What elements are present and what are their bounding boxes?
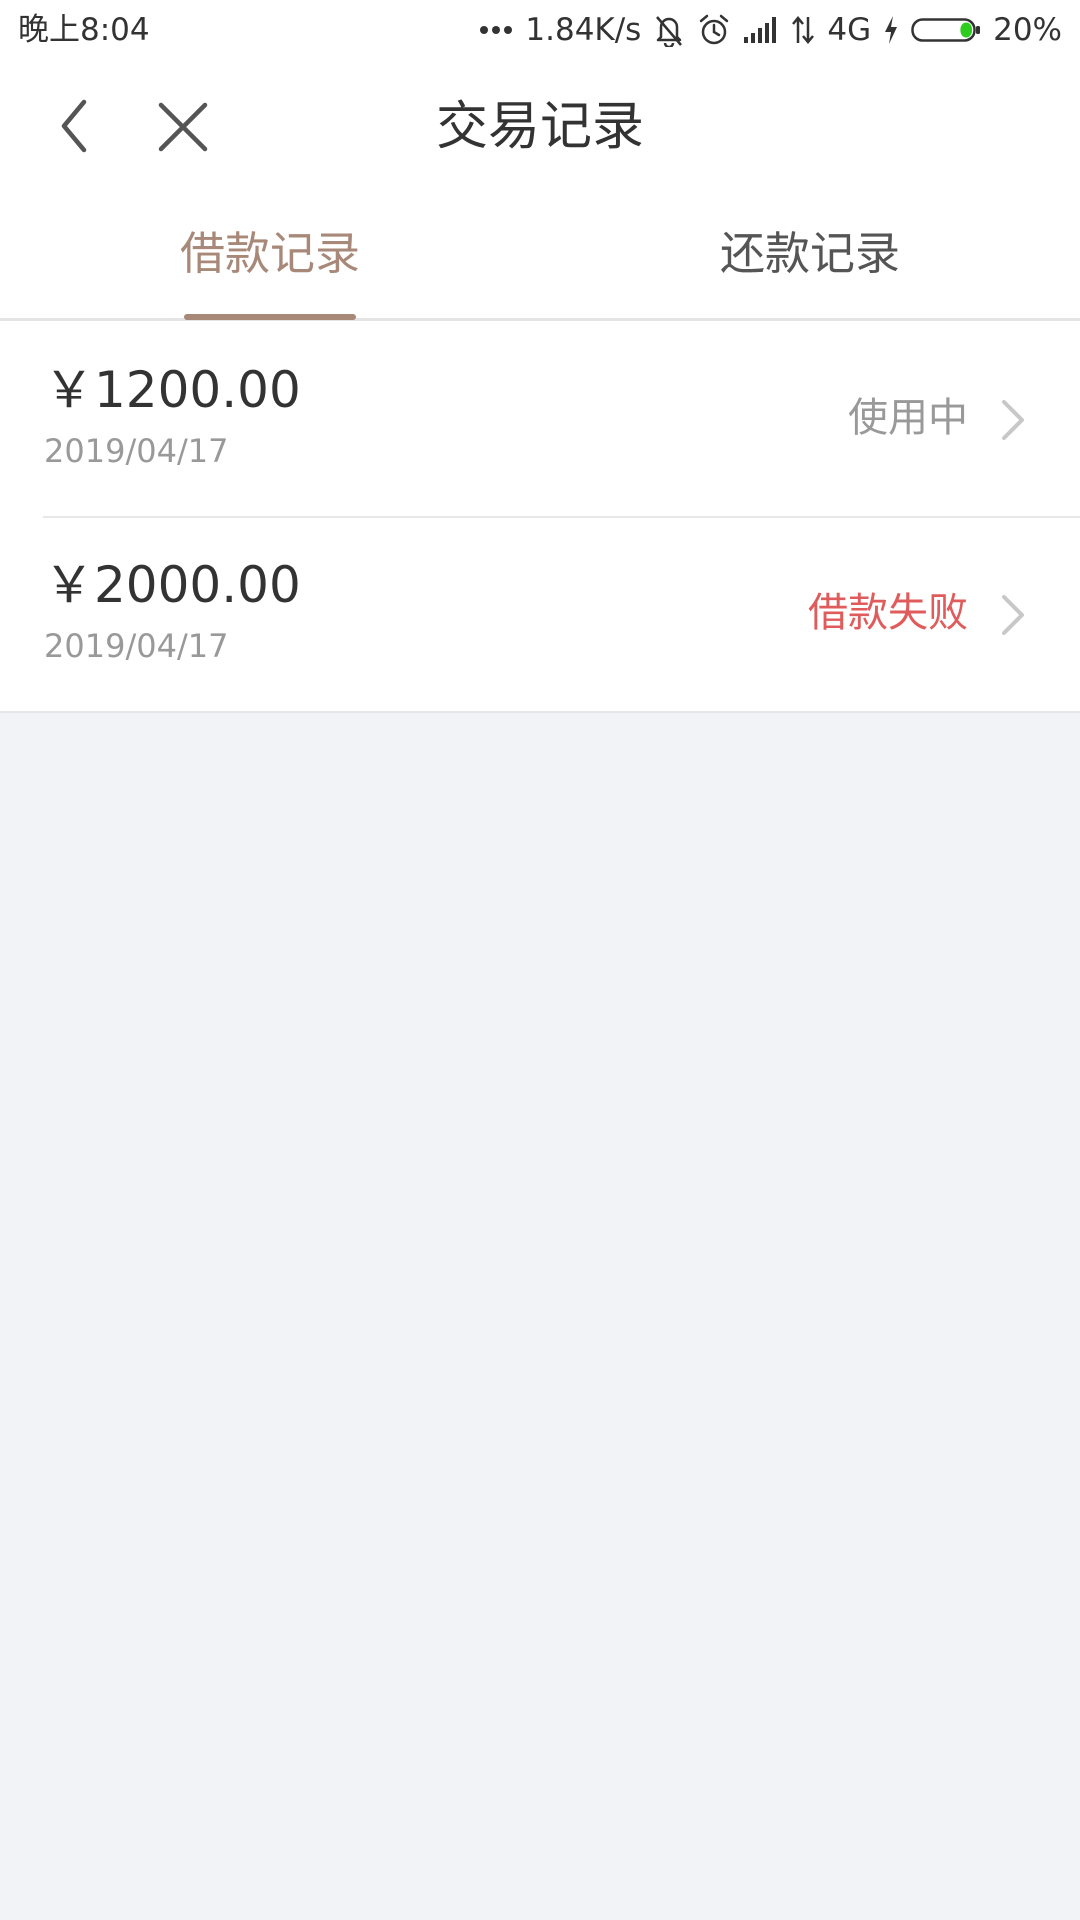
record-status: 使用中 <box>848 395 968 441</box>
header-bar: 交易记录 <box>0 62 1080 190</box>
status-time: 晚上8:04 <box>18 12 150 48</box>
record-date: 2019/04/17 <box>44 432 229 470</box>
record-list: ￥1200.00 2019/04/17 使用中 ￥2000.00 2019/04… <box>0 321 1080 713</box>
battery-percent: 20% <box>993 12 1062 48</box>
record-date: 2019/04/17 <box>44 627 229 665</box>
tab-label: 还款记录 <box>719 227 900 280</box>
chevron-right-icon <box>1002 400 1024 440</box>
status-icons: 1.84K/s 4G 20% <box>479 10 1062 50</box>
chevron-left-icon <box>61 99 87 153</box>
network-speed: 1.84K/s <box>525 12 642 48</box>
page-title: 交易记录 <box>435 97 644 157</box>
record-amount: ￥1200.00 <box>44 361 301 419</box>
network-type: 4G <box>827 12 872 48</box>
battery-icon <box>911 18 981 42</box>
tab-label: 借款记录 <box>179 227 360 280</box>
chevron-right-icon <box>1002 595 1024 635</box>
close-icon <box>158 102 208 152</box>
close-button[interactable] <box>150 94 216 160</box>
back-button[interactable] <box>44 96 104 156</box>
data-transfer-icon <box>792 16 815 44</box>
mute-bell-icon <box>656 16 683 47</box>
record-status: 借款失败 <box>808 590 968 636</box>
status-bar: 晚上8:04 1.84K/s 4G 20% <box>0 0 1080 62</box>
list-item[interactable]: ￥2000.00 2019/04/17 借款失败 <box>0 516 1080 711</box>
list-item[interactable]: ￥1200.00 2019/04/17 使用中 <box>0 321 1080 516</box>
tab-bar: 借款记录 还款记录 <box>0 190 1080 321</box>
tab-active-indicator <box>184 314 356 320</box>
more-dots-icon <box>480 26 513 34</box>
alarm-clock-icon <box>700 14 729 45</box>
charging-bolt-icon <box>885 16 898 44</box>
signal-strength-icon <box>744 17 777 43</box>
tab-borrow-records[interactable]: 借款记录 <box>0 190 540 320</box>
record-amount: ￥2000.00 <box>44 556 301 614</box>
tab-repay-records[interactable]: 还款记录 <box>540 190 1080 318</box>
